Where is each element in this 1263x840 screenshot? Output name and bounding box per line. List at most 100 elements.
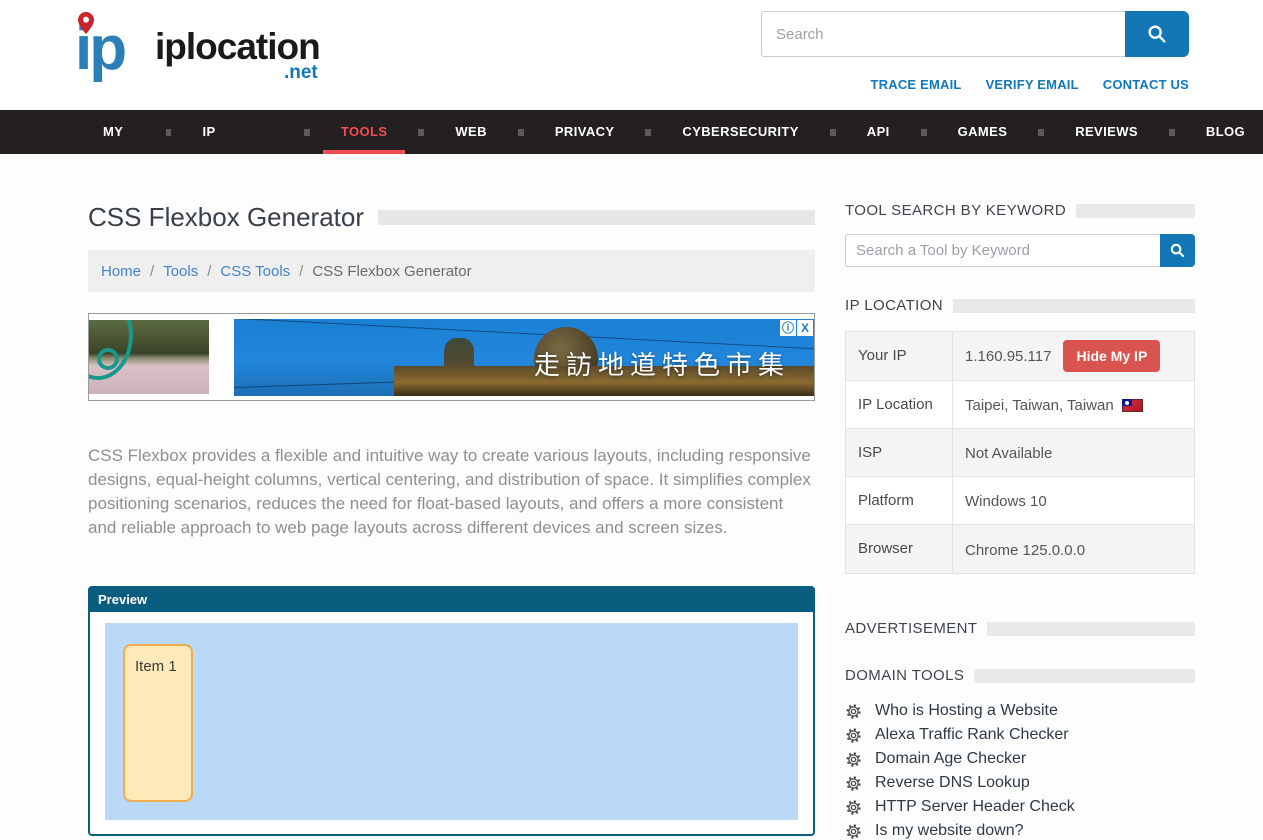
row-label: Browser xyxy=(846,525,953,573)
sidebar: TOOL SEARCH BY KEYWORD IP LOCATION Your … xyxy=(845,202,1195,840)
title-decorative-bar xyxy=(378,210,815,225)
trace-email-link[interactable]: TRACE EMAIL xyxy=(871,77,962,92)
domain-tool-http-header[interactable]: HTTP Server Header Check xyxy=(845,798,1195,816)
heading-decorative-bar xyxy=(1076,204,1195,218)
gear-icon xyxy=(845,703,862,720)
row-label: IP Location xyxy=(846,381,953,428)
breadcrumb-css-tools[interactable]: CSS Tools xyxy=(220,263,290,280)
domain-tools-heading-label: DOMAIN TOOLS xyxy=(845,667,964,684)
ad-building-image: 走訪地道特色市集 ⓘ X xyxy=(234,319,814,396)
preview-panel: Preview Item 1 xyxy=(88,586,815,836)
nav-separator xyxy=(518,129,524,136)
title-row: CSS Flexbox Generator xyxy=(88,202,815,233)
tool-search-input[interactable] xyxy=(845,234,1160,267)
ad-info-icon[interactable]: ⓘ xyxy=(780,320,796,336)
site-search-input[interactable] xyxy=(761,11,1125,57)
gear-icon xyxy=(845,751,862,768)
ad-headline: 走訪地道特色市集 xyxy=(534,345,790,382)
heading-decorative-bar xyxy=(974,669,1195,683)
row-label: ISP xyxy=(846,429,953,476)
search-icon xyxy=(1169,242,1186,259)
nav-separator xyxy=(418,129,424,136)
search-icon xyxy=(1146,23,1168,45)
advertisement-heading: ADVERTISEMENT xyxy=(845,620,1195,637)
table-row: Platform Windows 10 xyxy=(846,477,1194,525)
breadcrumb-separator: / xyxy=(299,263,303,280)
browser-value: Chrome 125.0.0.0 xyxy=(965,542,1085,559)
taiwan-flag-icon xyxy=(1122,399,1143,412)
domain-tool-website-down[interactable]: Is my website down? xyxy=(845,822,1195,840)
tool-search xyxy=(845,234,1195,267)
row-value: Chrome 125.0.0.0 xyxy=(953,525,1194,573)
domain-tool-reverse-dns[interactable]: Reverse DNS Lookup xyxy=(845,774,1195,792)
nav-item-api[interactable]: API xyxy=(849,110,908,154)
nav-item-ip-tracker[interactable]: IP TRACKER xyxy=(184,110,291,154)
site-search xyxy=(761,11,1189,57)
domain-tool-who-is-hosting[interactable]: Who is Hosting a Website xyxy=(845,702,1195,720)
ad-banner[interactable]: 走訪地道特色市集 ⓘ X xyxy=(88,313,815,401)
nav-separator xyxy=(166,129,172,136)
nav-item-web[interactable]: WEB xyxy=(437,110,505,154)
ip-location-heading: IP LOCATION xyxy=(845,297,1195,314)
page-title: CSS Flexbox Generator xyxy=(88,202,364,233)
tool-search-button[interactable] xyxy=(1160,234,1195,267)
table-row: IP Location Taipei, Taiwan, Taiwan xyxy=(846,381,1194,429)
site-logo[interactable]: ip iplocation .net xyxy=(75,10,320,110)
ip-location-table: Your IP 1.160.95.117 Hide My IP IP Locat… xyxy=(845,331,1195,574)
heading-decorative-bar xyxy=(953,299,1195,313)
verify-email-link[interactable]: VERIFY EMAIL xyxy=(986,77,1079,92)
row-value: Windows 10 xyxy=(953,477,1194,524)
domain-tool-label: Alexa Traffic Rank Checker xyxy=(875,726,1069,744)
nav-item-cybersecurity[interactable]: CYBERSECURITY xyxy=(664,110,816,154)
breadcrumb-current: CSS Flexbox Generator xyxy=(312,263,471,280)
preview-panel-header: Preview xyxy=(90,588,813,612)
domain-tools-heading: DOMAIN TOOLS xyxy=(845,667,1195,684)
domain-tool-label: Domain Age Checker xyxy=(875,750,1026,768)
intro-paragraph: CSS Flexbox provides a flexible and intu… xyxy=(88,444,815,540)
contact-us-link[interactable]: CONTACT US xyxy=(1103,77,1189,92)
table-row: ISP Not Available xyxy=(846,429,1194,477)
row-value: Taipei, Taiwan, Taiwan xyxy=(953,381,1194,428)
hide-my-ip-button[interactable]: Hide My IP xyxy=(1063,340,1160,372)
nav-separator xyxy=(921,129,927,136)
content: CSS Flexbox Generator Home / Tools / CSS… xyxy=(0,154,1263,840)
main-column: CSS Flexbox Generator Home / Tools / CSS… xyxy=(88,202,815,840)
nav-item-tools[interactable]: TOOLS xyxy=(323,110,406,154)
location-pin-icon xyxy=(78,12,94,34)
nav-item-blog[interactable]: BLOG xyxy=(1188,110,1263,154)
breadcrumb: Home / Tools / CSS Tools / CSS Flexbox G… xyxy=(88,250,815,292)
table-row: Your IP 1.160.95.117 Hide My IP xyxy=(846,332,1194,381)
isp-value: Not Available xyxy=(965,445,1052,462)
platform-value: Windows 10 xyxy=(965,493,1047,510)
nav-item-my-ip[interactable]: MY IP xyxy=(85,110,153,154)
your-ip-value: 1.160.95.117 xyxy=(965,348,1051,365)
nav-separator xyxy=(304,129,310,136)
nav-item-reviews[interactable]: REVIEWS xyxy=(1057,110,1156,154)
breadcrumb-separator: / xyxy=(150,263,154,280)
ad-landscape-image xyxy=(89,320,209,394)
row-value: 1.160.95.117 Hide My IP xyxy=(953,332,1194,380)
logo-wordmark: iplocation .net xyxy=(155,26,320,68)
breadcrumb-home[interactable]: Home xyxy=(101,263,141,280)
nav-separator xyxy=(830,129,836,136)
ad-controls: ⓘ X xyxy=(780,320,813,336)
row-label: Platform xyxy=(846,477,953,524)
nav-item-games[interactable]: GAMES xyxy=(940,110,1026,154)
nav-separator xyxy=(1169,129,1175,136)
domain-tool-label: Is my website down? xyxy=(875,822,1024,840)
header-right: TRACE EMAIL VERIFY EMAIL CONTACT US xyxy=(761,11,1189,110)
gear-icon xyxy=(845,775,862,792)
flexbox-preview-item: Item 1 xyxy=(123,644,193,802)
breadcrumb-tools[interactable]: Tools xyxy=(163,263,198,280)
domain-tool-domain-age[interactable]: Domain Age Checker xyxy=(845,750,1195,768)
table-row: Browser Chrome 125.0.0.0 xyxy=(846,525,1194,573)
nav-item-privacy[interactable]: PRIVACY xyxy=(537,110,633,154)
ad-close-icon[interactable]: X xyxy=(797,320,813,336)
gear-icon xyxy=(845,727,862,744)
domain-tool-alexa-rank[interactable]: Alexa Traffic Rank Checker xyxy=(845,726,1195,744)
logo-ip-mark: ip xyxy=(75,10,153,88)
logo-tld: .net xyxy=(284,62,318,84)
site-search-button[interactable] xyxy=(1125,11,1189,57)
logo-name: iplocation xyxy=(155,26,320,67)
gear-icon xyxy=(845,799,862,816)
